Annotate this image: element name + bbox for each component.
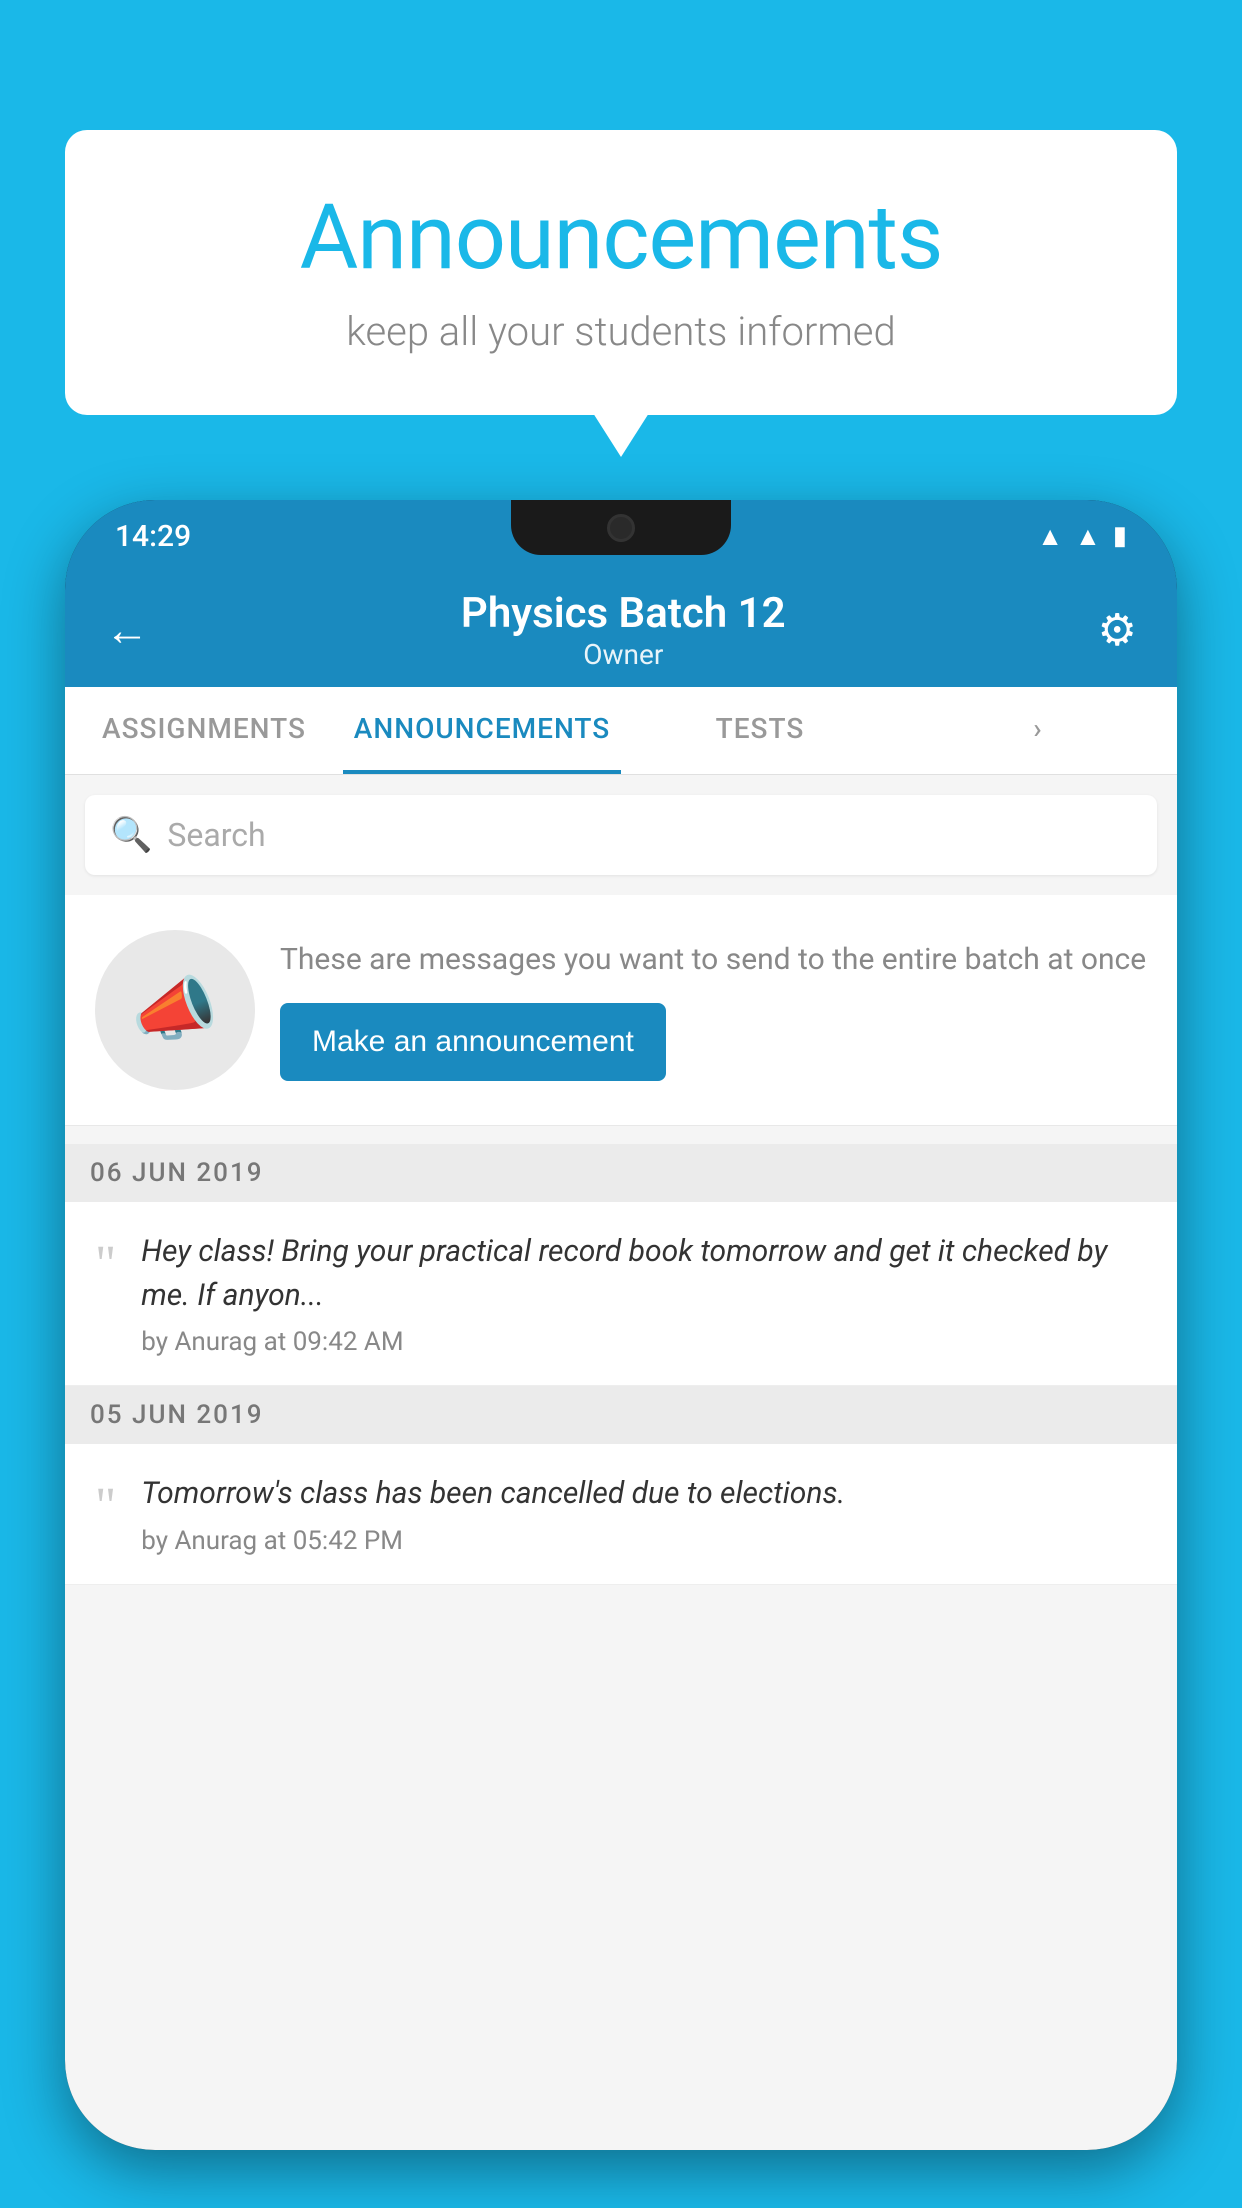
back-button[interactable]: ← xyxy=(105,604,149,656)
quote-icon-2: " xyxy=(95,1477,116,1536)
announcement-text-block-2: Tomorrow's class has been cancelled due … xyxy=(141,1472,845,1556)
announcements-title: Announcements xyxy=(125,185,1117,290)
announcement-text-1: Hey class! Bring your practical record b… xyxy=(141,1230,1147,1317)
announcement-item-1[interactable]: " Hey class! Bring your practical record… xyxy=(65,1202,1177,1386)
announcement-meta-2: by Anurag at 05:42 PM xyxy=(141,1526,845,1556)
app-bar: ← Physics Batch 12 Owner ⚙ xyxy=(65,572,1177,687)
date-separator-1: 06 JUN 2019 xyxy=(65,1144,1177,1202)
phone-notch xyxy=(511,500,731,555)
search-icon: 🔍 xyxy=(110,815,152,855)
battery-icon: ▮ xyxy=(1113,521,1127,551)
status-time: 14:29 xyxy=(115,519,191,554)
tab-bar: ASSIGNMENTS ANNOUNCEMENTS TESTS › xyxy=(65,687,1177,775)
promo-description: These are messages you want to send to t… xyxy=(280,939,1147,981)
speech-bubble-section: Announcements keep all your students inf… xyxy=(65,130,1177,415)
screen-content: 🔍 Search 📣 These are messages you want t… xyxy=(65,775,1177,2150)
phone-frame: 14:29 ▲ ▲ ▮ ← Physics Batch 12 Owner ⚙ A… xyxy=(65,500,1177,2150)
megaphone-icon: 📣 xyxy=(131,969,218,1051)
promo-text-block: These are messages you want to send to t… xyxy=(280,939,1147,1081)
date-separator-2: 05 JUN 2019 xyxy=(65,1386,1177,1444)
announcement-text-block-1: Hey class! Bring your practical record b… xyxy=(141,1230,1147,1357)
batch-title: Physics Batch 12 xyxy=(461,589,786,638)
front-camera xyxy=(607,514,635,542)
megaphone-circle: 📣 xyxy=(95,930,255,1090)
announcement-item-2[interactable]: " Tomorrow's class has been cancelled du… xyxy=(65,1444,1177,1585)
settings-icon[interactable]: ⚙ xyxy=(1098,604,1137,656)
speech-bubble: Announcements keep all your students inf… xyxy=(65,130,1177,415)
promo-card: 📣 These are messages you want to send to… xyxy=(65,895,1177,1126)
announcements-subtitle: keep all your students informed xyxy=(125,308,1117,355)
search-placeholder: Search xyxy=(167,816,265,854)
announcement-meta-1: by Anurag at 09:42 AM xyxy=(141,1327,1147,1357)
tab-announcements[interactable]: ANNOUNCEMENTS xyxy=(343,687,621,774)
wifi-icon: ▲ xyxy=(1037,521,1063,552)
signal-icon: ▲ xyxy=(1075,521,1101,552)
quote-icon-1: " xyxy=(95,1235,116,1294)
search-bar[interactable]: 🔍 Search xyxy=(85,795,1157,875)
tab-more[interactable]: › xyxy=(899,687,1177,774)
make-announcement-button[interactable]: Make an announcement xyxy=(280,1003,666,1081)
tab-tests[interactable]: TESTS xyxy=(621,687,899,774)
status-icons: ▲ ▲ ▮ xyxy=(1037,521,1127,552)
app-bar-title-block: Physics Batch 12 Owner xyxy=(461,589,786,671)
batch-role: Owner xyxy=(461,638,786,671)
announcement-text-2: Tomorrow's class has been cancelled due … xyxy=(141,1472,845,1516)
tab-assignments[interactable]: ASSIGNMENTS xyxy=(65,687,343,774)
phone-wrapper: 14:29 ▲ ▲ ▮ ← Physics Batch 12 Owner ⚙ A… xyxy=(65,500,1177,2208)
